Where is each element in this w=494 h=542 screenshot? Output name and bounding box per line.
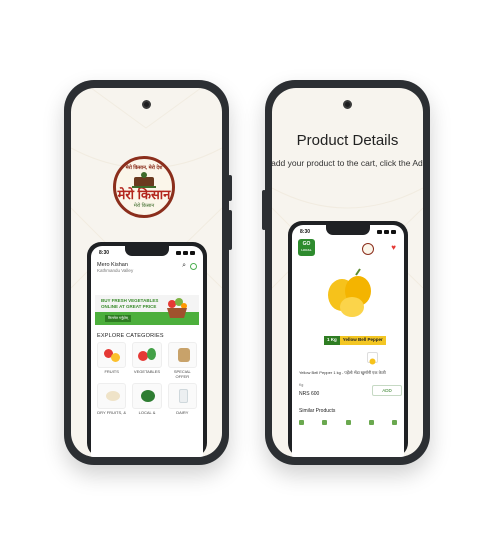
banner-line-1: BUY FRESH VEGETABLES bbox=[101, 298, 159, 303]
similar-product-item[interactable] bbox=[299, 420, 304, 425]
dairy-image bbox=[167, 383, 197, 409]
add-to-cart-button[interactable]: ADD bbox=[372, 385, 402, 396]
banner-line-2: ONLINE AT GREAT PRICE bbox=[101, 303, 157, 309]
product-screen-preview: 8:30 GO LOCAL ♥ 1 Kg Yellow Bell Pepper … bbox=[288, 221, 408, 457]
mero-kishan-badge bbox=[362, 243, 374, 255]
category-label: SPECIAL OFFER bbox=[173, 369, 191, 379]
similar-products-title: Similar Products bbox=[299, 408, 336, 414]
page-subtitle: o add your product to the cart, click th… bbox=[272, 158, 423, 168]
similar-product-item[interactable] bbox=[368, 420, 374, 425]
mini-screen: 8:30 GO LOCAL ♥ 1 Kg Yellow Bell Pepper … bbox=[292, 225, 404, 457]
vegetable-basket-image bbox=[167, 298, 187, 318]
go-local-logo: GO LOCAL bbox=[298, 239, 315, 256]
promo-banner[interactable]: BUY FRESH VEGETABLES ONLINE AT GREAT PRI… bbox=[95, 295, 199, 325]
farmer-icon bbox=[132, 172, 156, 188]
category-special-offer[interactable]: SPECIAL OFFER bbox=[167, 342, 197, 379]
heart-icon[interactable]: ♥ bbox=[391, 243, 396, 252]
mini-screen: 8:30 Mero Kishan Kathmandu Valley ⌕ BUY … bbox=[91, 246, 203, 457]
similar-product-item[interactable] bbox=[322, 420, 328, 425]
category-label: DAIRY bbox=[176, 410, 189, 415]
side-button bbox=[228, 210, 232, 250]
page-title: Product Details bbox=[296, 132, 399, 149]
category-label: VEGETABLES bbox=[133, 369, 161, 374]
special-offer-image bbox=[167, 342, 197, 368]
status-icons bbox=[377, 230, 396, 234]
fruits-image bbox=[97, 342, 127, 368]
yellow-bell-pepper-image bbox=[328, 268, 371, 317]
front-camera bbox=[142, 100, 151, 109]
front-camera bbox=[343, 100, 352, 109]
app-header: Mero Kishan Kathmandu Valley ⌕ bbox=[91, 260, 203, 275]
weight-value: 1 Kg bbox=[324, 336, 340, 345]
category-dry-fruits[interactable]: DRY FRUITS, & bbox=[97, 383, 127, 416]
mockup-stage: मेरो किसान, मेरो देश मेरो किसान मेरो किस… bbox=[0, 0, 494, 542]
status-icons bbox=[176, 251, 195, 255]
category-fruits[interactable]: FRUITS bbox=[97, 342, 127, 379]
unit-label: Kg bbox=[299, 383, 304, 387]
side-button bbox=[228, 175, 232, 201]
similar-product-item[interactable] bbox=[345, 420, 351, 425]
product-thumbnail[interactable] bbox=[367, 352, 378, 365]
category-grid: FRUITS VEGETABLES SPECIAL OFFER DRY FRUI… bbox=[91, 342, 203, 416]
category-label: LOCAL & bbox=[138, 410, 156, 415]
banner-shop-button[interactable]: किनमेल गर्नुहोस् bbox=[105, 315, 132, 322]
product-price: NRS 600 bbox=[299, 391, 320, 397]
cart-icon[interactable] bbox=[190, 262, 197, 270]
category-dairy[interactable]: DAIRY bbox=[167, 383, 197, 416]
notch bbox=[326, 225, 370, 235]
location-selector[interactable]: Kathmandu Valley bbox=[97, 268, 133, 273]
category-label: FRUITS bbox=[104, 369, 119, 374]
status-time: 8:30 bbox=[99, 250, 110, 256]
logo-sub-text: मेरो किसान bbox=[133, 203, 155, 209]
weight-product-name: Yellow Bell Pepper bbox=[339, 336, 386, 345]
notch bbox=[125, 246, 169, 256]
home-screen-preview: 8:30 Mero Kishan Kathmandu Valley ⌕ BUY … bbox=[87, 242, 207, 457]
left-phone: मेरो किसान, मेरो देश मेरो किसान मेरो किस… bbox=[64, 80, 232, 465]
similar-products-row bbox=[299, 420, 397, 425]
side-button bbox=[262, 190, 266, 230]
status-time: 8:30 bbox=[300, 229, 311, 235]
search-icon[interactable]: ⌕ bbox=[182, 262, 186, 270]
vegetables-image bbox=[132, 342, 162, 368]
product-name: Yellow Bell Pepper 1 kg - पहेंलो भेंडा ख… bbox=[299, 370, 386, 375]
explore-categories-title: EXPLORE CATEGORIES bbox=[97, 333, 164, 339]
local-image bbox=[132, 383, 162, 409]
category-local[interactable]: LOCAL & bbox=[132, 383, 162, 416]
mero-kishan-logo: मेरो किसान, मेरो देश मेरो किसान मेरो किस… bbox=[113, 156, 175, 218]
go-logo-line-2: LOCAL bbox=[301, 248, 312, 252]
similar-product-item[interactable] bbox=[392, 420, 397, 425]
right-screen: Product Details o add your product to th… bbox=[272, 88, 423, 457]
weight-chip: 1 Kg Yellow Bell Pepper bbox=[324, 336, 386, 345]
dry-fruits-image bbox=[97, 383, 127, 409]
banner-text: BUY FRESH VEGETABLES ONLINE AT GREAT PRI… bbox=[101, 298, 158, 309]
right-phone: Product Details o add your product to th… bbox=[262, 80, 430, 465]
category-label: DRY FRUITS, & bbox=[97, 410, 127, 415]
left-screen: मेरो किसान, मेरो देश मेरो किसान मेरो किस… bbox=[71, 88, 222, 457]
category-vegetables[interactable]: VEGETABLES bbox=[132, 342, 162, 379]
